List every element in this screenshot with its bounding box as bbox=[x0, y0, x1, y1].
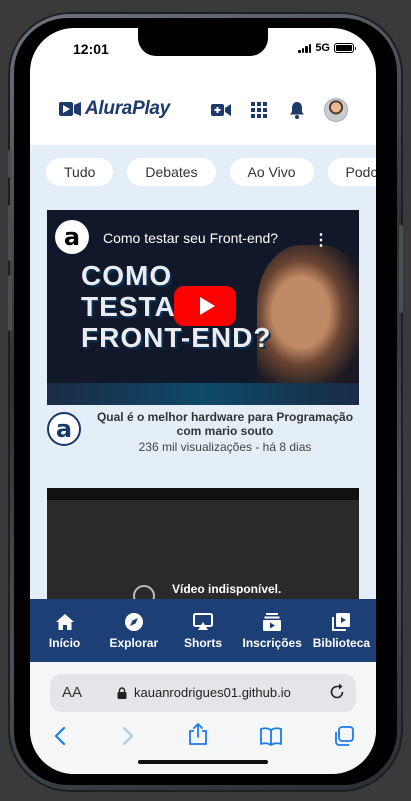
volume-down-button bbox=[8, 275, 12, 331]
nav-inicio[interactable]: Início bbox=[30, 599, 99, 662]
nav-inscricoes[interactable]: Inscrições bbox=[238, 599, 307, 662]
nav-explorar[interactable]: Explorar bbox=[99, 599, 168, 662]
status-indicators: 5G bbox=[298, 42, 356, 54]
unavailable-text: Vídeo indisponível. bbox=[172, 582, 282, 596]
url-text[interactable]: kauanrodrigues01.github.io bbox=[134, 685, 291, 700]
nav-biblioteca[interactable]: Biblioteca bbox=[307, 599, 376, 662]
bell-icon[interactable] bbox=[286, 99, 308, 121]
unavailable-icon bbox=[133, 585, 155, 600]
embed-title[interactable]: Como testar seu Front-end? bbox=[103, 230, 278, 246]
category-chips: Tudo Debates Ao Vivo Podcasts bbox=[46, 158, 376, 186]
address-bar[interactable]: AA kauanrodrigues01.github.io bbox=[50, 674, 356, 712]
nav-label: Shorts bbox=[184, 635, 223, 650]
thumbnail-footer bbox=[47, 383, 359, 405]
screen: 12:01 5G AluraPlay Tudo Debates Ao Vivo … bbox=[30, 28, 376, 774]
video-player-2[interactable]: Vídeo indisponível. bbox=[47, 488, 359, 600]
channel-avatar[interactable]: a bbox=[47, 412, 81, 446]
nav-label: Início bbox=[48, 635, 81, 650]
volume-up-button bbox=[8, 205, 12, 261]
text-size-button[interactable]: AA bbox=[62, 684, 82, 701]
main-content: Tudo Debates Ao Vivo Podcasts COMO TESTA… bbox=[30, 145, 376, 600]
avatar[interactable] bbox=[324, 98, 348, 122]
chip-podcasts[interactable]: Podcasts bbox=[327, 158, 376, 186]
presenter-face-image bbox=[257, 245, 359, 395]
subscriptions-icon bbox=[261, 612, 283, 632]
library-icon bbox=[330, 612, 352, 632]
network-label: 5G bbox=[315, 42, 330, 54]
battery-icon bbox=[334, 43, 356, 53]
more-options-icon[interactable]: ⋮ bbox=[313, 230, 329, 250]
home-indicator[interactable] bbox=[138, 760, 268, 764]
video-title[interactable]: Qual é o melhor hardware para Programaçã… bbox=[91, 410, 359, 438]
apps-grid-icon[interactable] bbox=[248, 99, 270, 121]
channel-badge[interactable]: a bbox=[55, 220, 89, 254]
logo-icon bbox=[59, 102, 81, 116]
back-icon[interactable] bbox=[54, 726, 66, 746]
chip-debates[interactable]: Debates bbox=[127, 158, 216, 186]
chip-tudo[interactable]: Tudo bbox=[46, 158, 114, 186]
bottom-nav: Início Explorar Shorts Inscrições Biblio… bbox=[30, 599, 376, 662]
nav-shorts[interactable]: Shorts bbox=[168, 599, 237, 662]
nav-label: Inscrições bbox=[242, 635, 302, 650]
status-time: 12:01 bbox=[73, 41, 109, 57]
status-bar: 12:01 5G bbox=[30, 28, 376, 72]
tabs-icon[interactable] bbox=[334, 726, 354, 746]
app-header: AluraPlay bbox=[30, 88, 376, 146]
compass-icon bbox=[123, 612, 145, 632]
mute-switch bbox=[8, 150, 12, 178]
video-stats: 236 mil visualizações - há 8 dias bbox=[138, 440, 312, 454]
power-button bbox=[399, 225, 403, 313]
forward-icon[interactable] bbox=[122, 726, 134, 746]
nav-label: Explorar bbox=[109, 635, 159, 650]
cast-icon bbox=[192, 612, 214, 632]
video-add-icon[interactable] bbox=[210, 99, 232, 121]
logo-text: AluraPlay bbox=[85, 98, 170, 119]
home-icon bbox=[54, 612, 76, 632]
logo[interactable]: AluraPlay bbox=[59, 98, 170, 120]
notch bbox=[138, 28, 268, 56]
browser-toolbar bbox=[30, 722, 376, 752]
reload-icon[interactable] bbox=[328, 683, 346, 701]
lock-icon bbox=[117, 687, 127, 699]
chip-ao-vivo[interactable]: Ao Vivo bbox=[229, 158, 314, 186]
share-icon[interactable] bbox=[188, 722, 208, 746]
nav-label: Biblioteca bbox=[312, 635, 371, 650]
video-meta-1: a Qual é o melhor hardware para Programa… bbox=[47, 408, 359, 468]
browser-chrome: AA kauanrodrigues01.github.io bbox=[30, 662, 376, 774]
bookmarks-icon[interactable] bbox=[259, 726, 283, 746]
play-button[interactable] bbox=[174, 286, 236, 326]
video-player-1[interactable]: COMO TESTAR FRONT-END? a Como testar seu… bbox=[47, 210, 359, 405]
signal-icon bbox=[298, 43, 312, 53]
